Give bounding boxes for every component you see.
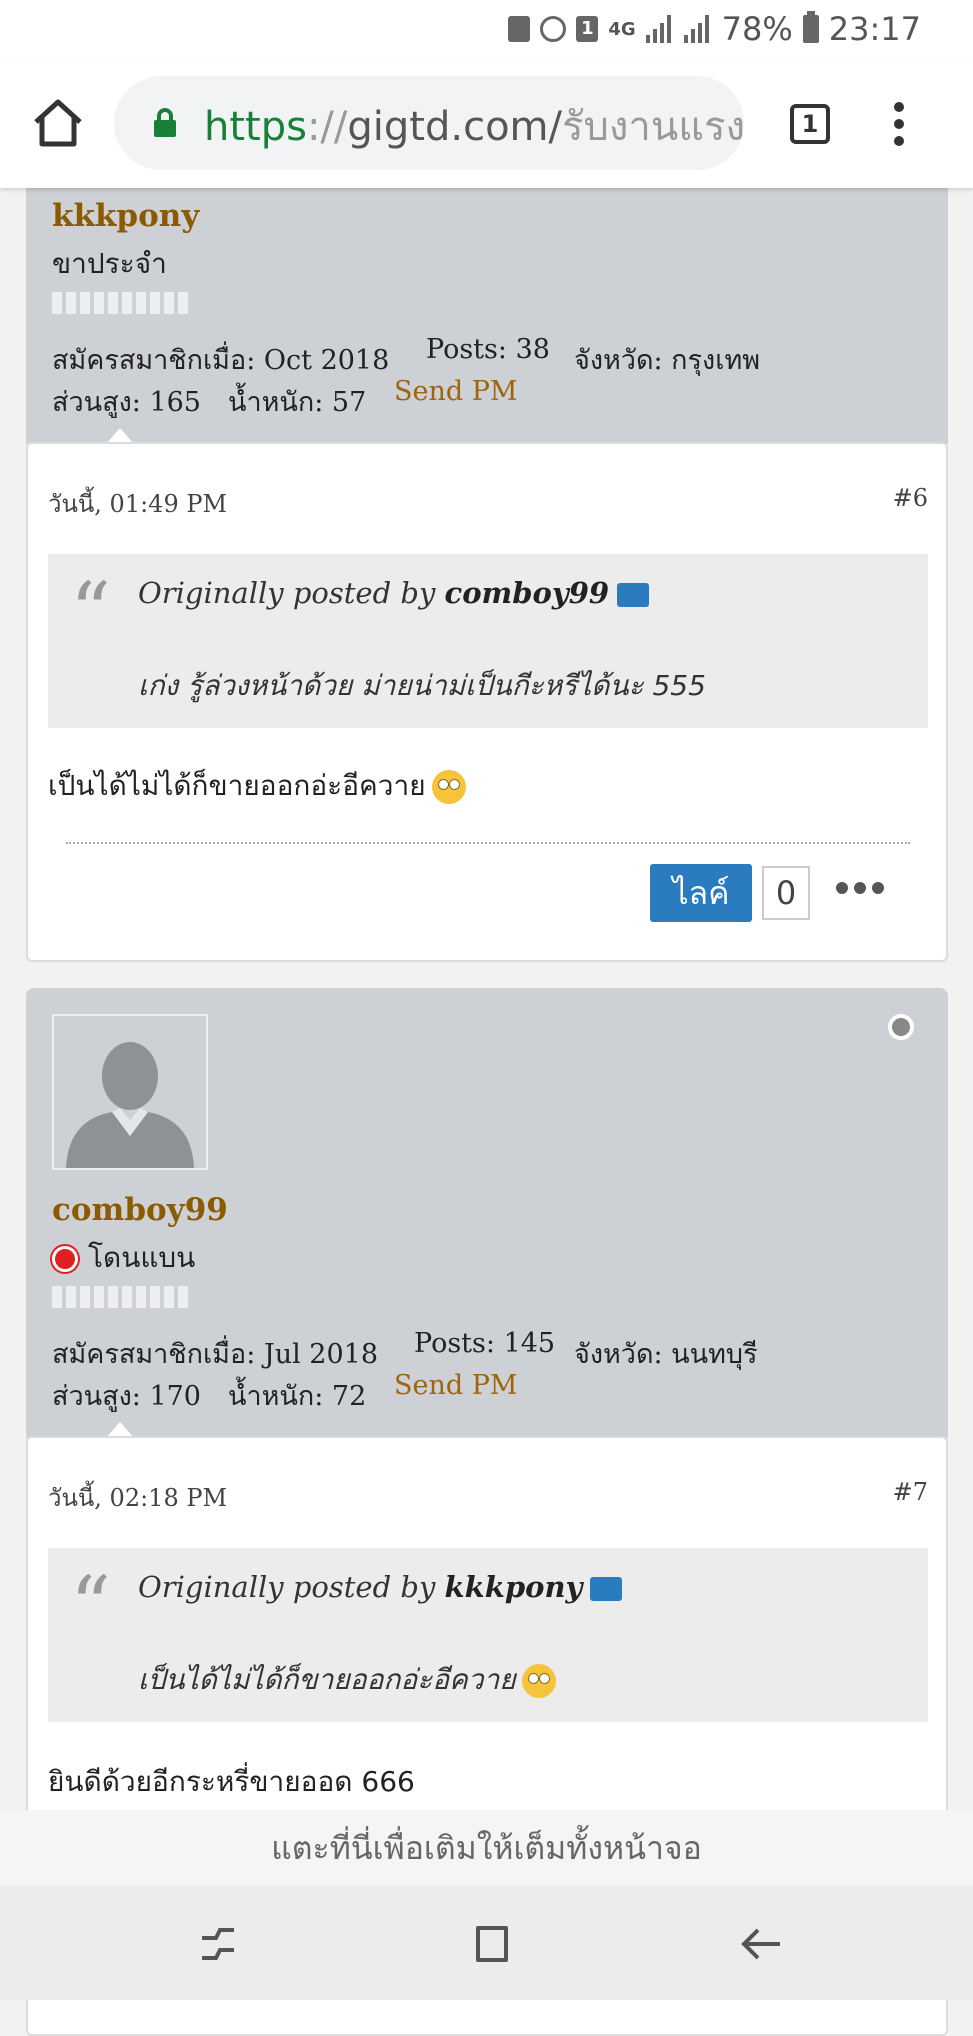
offline-status-icon xyxy=(888,1014,914,1040)
more-options-icon[interactable] xyxy=(836,882,884,894)
province: จังหวัด: นนทบุรี xyxy=(574,1339,758,1370)
battery-percent: 78% xyxy=(721,10,793,48)
divider xyxy=(66,842,910,844)
back-icon[interactable] xyxy=(740,1922,784,1966)
user-info-kkkpony: kkkpony ขาประจำ สมัครสมาชิกเมื่อ: Oct 20… xyxy=(26,188,948,444)
post-body: เป็นได้ไม่ได้ก็ขายออกอ่ะอีควาย xyxy=(48,764,466,808)
lock-icon xyxy=(154,108,176,137)
join-date: สมัครสมาชิกเมื่อ: Oct 2018 xyxy=(52,345,390,376)
status-bar: 1 4G 78% 23:17 xyxy=(0,0,973,58)
home-button-icon[interactable] xyxy=(470,1922,514,1966)
avatar[interactable] xyxy=(52,1014,208,1170)
reputation-bar xyxy=(52,1286,188,1308)
user-title: โดนแบน xyxy=(52,1236,195,1280)
url-separator: :// xyxy=(306,104,348,150)
clock-time: 23:17 xyxy=(828,10,921,48)
url-path: รับงานแรง/ xyxy=(561,104,744,150)
post-body: ยินดีด้วยอีกระหรี่ขายออด 666 xyxy=(48,1765,415,1798)
menu-icon[interactable] xyxy=(894,102,906,152)
post-6: วันนี้, 01:49 PM #6 “ Originally posted … xyxy=(26,442,948,962)
quote-header: Originally posted by kkkpony xyxy=(138,1570,623,1604)
height: ส่วนสูง: 170 xyxy=(52,1381,201,1412)
user-info-comboy99: comboy99 โดนแบน สมัครสมาชิกเมื่อ: Jul 20… xyxy=(26,988,948,1438)
notification-count-icon: 1 xyxy=(576,16,599,42)
banned-icon xyxy=(52,1246,78,1272)
post-count: Posts: 38 xyxy=(426,334,550,365)
fullscreen-hint[interactable]: แตะที่นี่เพื่อเติมให้เต็มทั้งหน้าจอ xyxy=(0,1810,973,1886)
quoted-user: kkkpony xyxy=(444,1570,583,1604)
post-count: Posts: 145 xyxy=(414,1328,556,1359)
quoted-user: comboy99 xyxy=(444,576,610,610)
post-date: วันนี้, 01:49 PM xyxy=(48,490,228,518)
browser-toolbar: https://gigtd.com/รับงานแรง/ 1 xyxy=(0,58,973,188)
home-icon[interactable] xyxy=(32,98,84,148)
quote-text: เป็นได้ไม่ได้ก็ขายออกอ่ะอีควาย xyxy=(138,1658,556,1702)
send-pm-link[interactable]: Send PM xyxy=(394,1370,518,1401)
system-nav-bar xyxy=(0,1886,973,2000)
eye-roll-emoji-icon xyxy=(521,1664,556,1698)
url-scheme: https xyxy=(204,104,307,150)
post-date: วันนี้, 02:18 PM xyxy=(48,1484,228,1512)
like-count: 0 xyxy=(762,866,810,920)
join-date: สมัครสมาชิกเมื่อ: Jul 2018 xyxy=(52,1339,379,1370)
send-pm-link[interactable]: Send PM xyxy=(394,376,518,407)
network-type: 4G xyxy=(608,18,636,40)
signal-icon-2 xyxy=(683,15,712,43)
quote-block: “ Originally posted by kkkpony เป็นได้ไม… xyxy=(48,1548,928,1722)
quote-mark-icon: “ xyxy=(70,565,111,658)
address-bar[interactable]: https://gigtd.com/รับงานแรง/ xyxy=(114,76,744,170)
username[interactable]: kkkpony xyxy=(52,198,199,234)
weight: น้ำหนัก: 57 xyxy=(228,387,367,418)
quote-mark-icon: “ xyxy=(70,1559,111,1652)
quote-header: Originally posted by comboy99 xyxy=(138,576,650,610)
height: ส่วนสูง: 165 xyxy=(52,387,201,418)
view-post-icon[interactable] xyxy=(617,583,650,607)
battery-icon xyxy=(802,11,819,43)
username[interactable]: comboy99 xyxy=(52,1192,228,1228)
post-number[interactable]: #6 xyxy=(893,484,928,512)
province: จังหวัด: กรุงเทพ xyxy=(574,345,761,376)
alarm-icon xyxy=(540,16,567,42)
user-title: ขาประจำ xyxy=(52,247,167,280)
screenshot-notification-icon xyxy=(508,16,531,42)
post-number[interactable]: #7 xyxy=(893,1478,928,1506)
tabs-button[interactable]: 1 xyxy=(790,104,830,144)
url-host: gigtd.com/ xyxy=(347,104,562,150)
default-avatar-icon xyxy=(54,1016,206,1168)
reputation-bar xyxy=(52,292,188,314)
recent-apps-icon[interactable] xyxy=(196,1922,240,1966)
quote-text: เก่ง รู้ล่วงหน้าด้วย ม่ายน่าม่เป็นกีะหรี… xyxy=(138,669,706,702)
view-post-icon[interactable] xyxy=(590,1577,623,1601)
weight: น้ำหนัก: 72 xyxy=(228,1381,367,1412)
signal-icon xyxy=(645,15,674,43)
like-button[interactable]: ไลค์ xyxy=(650,864,752,922)
quote-block: “ Originally posted by comboy99 เก่ง รู้… xyxy=(48,554,928,728)
eye-roll-emoji-icon xyxy=(431,770,466,804)
url-text: https://gigtd.com/รับงานแรง/ xyxy=(204,94,744,158)
